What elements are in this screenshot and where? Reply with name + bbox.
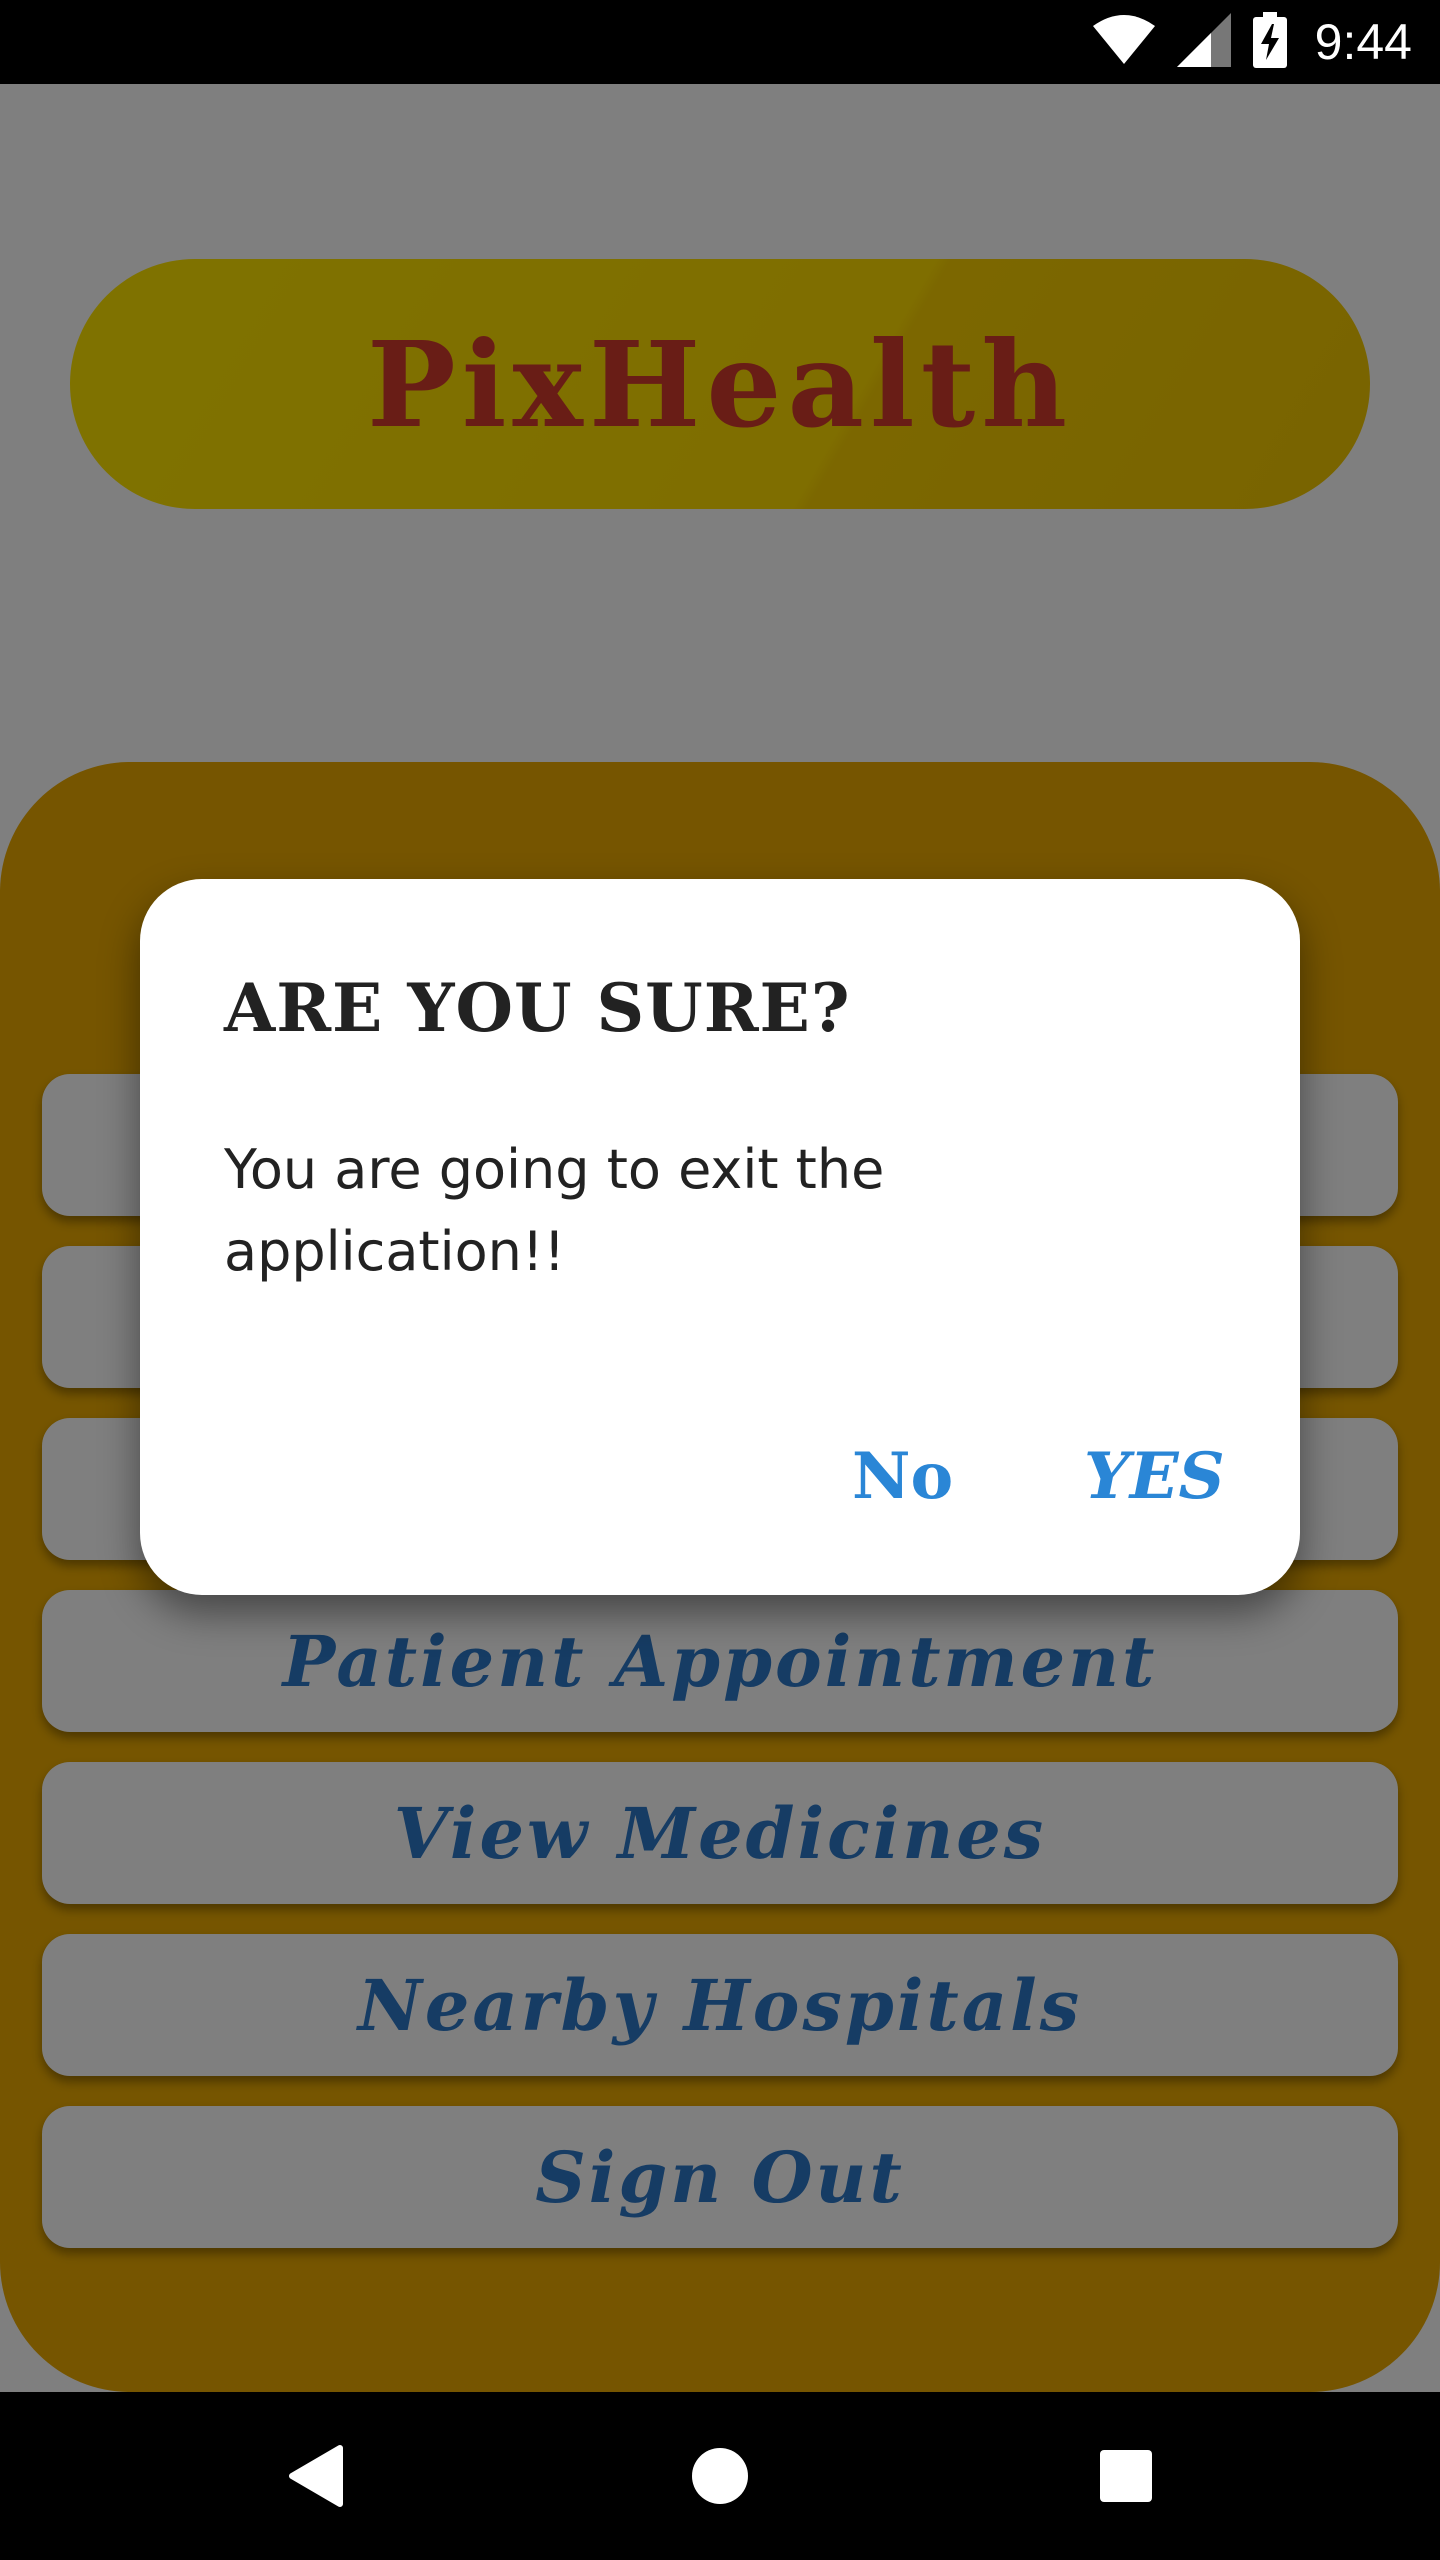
cell-signal-icon xyxy=(1176,13,1231,71)
back-icon[interactable] xyxy=(246,2392,386,2560)
recents-icon[interactable] xyxy=(1056,2392,1196,2560)
dialog-title: ARE YOU SURE? xyxy=(224,969,851,1047)
status-icons: 9:44 xyxy=(1092,0,1412,84)
no-button[interactable]: No xyxy=(852,1439,953,1514)
status-bar: 9:44 xyxy=(0,0,1440,84)
yes-button[interactable]: YES xyxy=(1084,1439,1225,1514)
wifi-icon xyxy=(1092,14,1155,70)
status-time: 9:44 xyxy=(1314,14,1412,70)
exit-confirm-dialog: ARE YOU SURE? You are going to exit the … xyxy=(140,879,1300,1595)
battery-charging-icon xyxy=(1252,12,1287,72)
navigation-bar xyxy=(0,2392,1440,2560)
home-icon[interactable] xyxy=(650,2392,790,2560)
dialog-message: You are going to exit the application!! xyxy=(224,1138,885,1283)
